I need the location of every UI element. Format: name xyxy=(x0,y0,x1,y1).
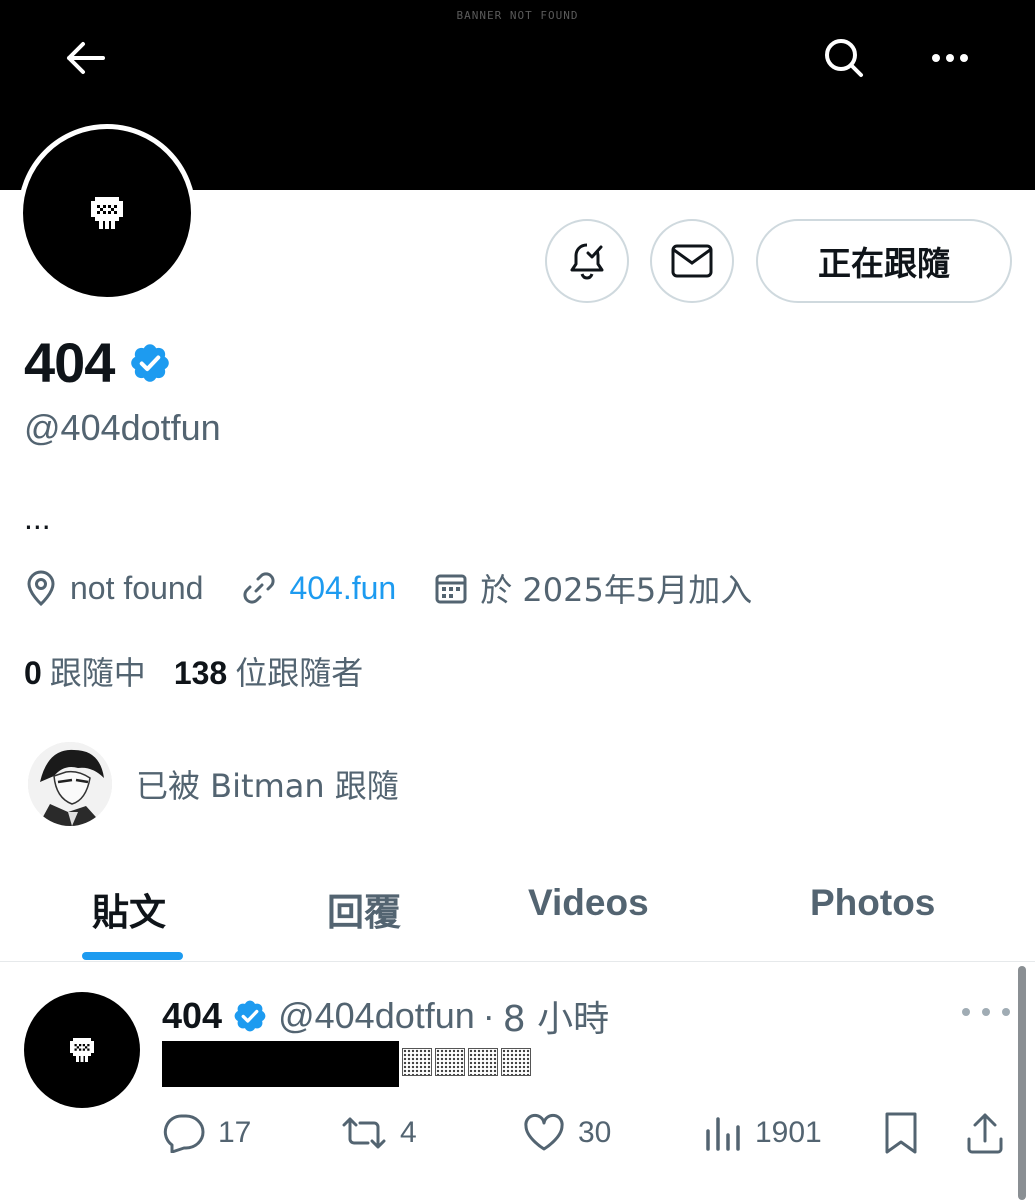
profile-bio: ... xyxy=(24,500,51,536)
post-missing-glyphs xyxy=(402,1048,534,1076)
reply-bubble-icon xyxy=(163,1114,205,1153)
repost-icon xyxy=(342,1117,386,1149)
following-button[interactable]: 正在跟隨 xyxy=(756,219,1012,303)
views-button[interactable]: 1901 xyxy=(703,1108,822,1158)
notification-bell-button[interactable] xyxy=(545,219,629,303)
post-timestamp[interactable]: 8 小時 xyxy=(503,990,609,1042)
envelope-icon xyxy=(671,244,713,278)
tab-posts[interactable]: 貼文 xyxy=(92,882,166,936)
followers-stat[interactable]: 138 位跟隨者 xyxy=(174,648,363,694)
bell-check-icon xyxy=(570,243,604,280)
skull-icon xyxy=(70,1038,94,1062)
link-icon xyxy=(243,572,276,604)
more-horizontal-icon xyxy=(932,54,968,62)
post-avatar[interactable] xyxy=(24,992,140,1108)
follow-stats: 0 跟隨中 138 位跟隨者 xyxy=(24,648,363,694)
tab-replies[interactable]: 回覆 xyxy=(327,882,401,936)
location-pin-icon xyxy=(27,570,55,607)
share-button[interactable] xyxy=(965,1108,1017,1158)
message-button[interactable] xyxy=(650,219,734,303)
missing-glyph xyxy=(402,1048,432,1076)
verified-badge-icon[interactable] xyxy=(128,341,172,385)
profile-tabs: 貼文 回覆 Videos Photos xyxy=(0,860,1035,962)
following-count: 0 xyxy=(24,655,42,691)
missing-glyph xyxy=(501,1048,531,1076)
bookmark-icon xyxy=(885,1112,917,1154)
profile-meta-row: not found 404.fun 於 2025年5月加入 xyxy=(24,566,752,610)
analytics-bar-icon xyxy=(706,1117,740,1151)
location-text: not found xyxy=(70,569,204,606)
followed-by-row[interactable]: 已被 Bitman 跟隨 xyxy=(28,742,399,826)
following-stat[interactable]: 0 跟隨中 xyxy=(24,648,146,694)
calendar-icon xyxy=(435,574,467,604)
profile-name-row: 404 xyxy=(24,330,172,395)
reply-count: 17 xyxy=(218,1116,252,1149)
missing-glyph xyxy=(435,1048,465,1076)
following-label: 跟隨中 xyxy=(49,654,146,692)
post-author-name[interactable]: 404 xyxy=(162,995,222,1037)
profile-handle: @404dotfun xyxy=(24,407,221,448)
view-count: 1901 xyxy=(755,1116,822,1149)
location-item: not found xyxy=(24,569,203,607)
follower-avatar-image xyxy=(28,742,112,826)
repost-count: 4 xyxy=(400,1116,417,1149)
missing-glyph xyxy=(468,1048,498,1076)
post-redacted-text xyxy=(162,1041,399,1087)
banner-text: BANNER NOT FOUND xyxy=(456,9,579,22)
skull-icon xyxy=(91,197,123,229)
search-button[interactable] xyxy=(816,30,872,86)
followers-count: 138 xyxy=(173,655,228,691)
like-button[interactable]: 30 xyxy=(522,1108,611,1158)
post-more-button[interactable] xyxy=(962,1000,1010,1024)
website-link[interactable]: 404.fun xyxy=(289,570,396,607)
tab-photos[interactable]: Photos xyxy=(810,882,935,924)
active-tab-indicator xyxy=(82,952,183,960)
followed-by-text: 已被 Bitman 跟隨 xyxy=(136,767,399,805)
post-actions: 17 4 30 1901 xyxy=(0,1108,1035,1158)
reply-button[interactable]: 17 xyxy=(162,1108,251,1158)
more-dot xyxy=(1002,1008,1010,1016)
share-upload-icon xyxy=(967,1113,1003,1154)
tab-videos[interactable]: Videos xyxy=(528,882,649,924)
profile-avatar[interactable] xyxy=(18,124,196,302)
post-separator: · xyxy=(482,995,495,1036)
post-author-handle[interactable]: @404dotfun xyxy=(278,995,475,1037)
joined-item: 於 2025年5月加入 xyxy=(434,565,752,611)
verified-badge-icon xyxy=(234,1000,266,1032)
heart-icon xyxy=(524,1113,564,1151)
website-item[interactable]: 404.fun xyxy=(241,570,396,607)
like-count: 30 xyxy=(578,1116,612,1149)
bookmark-button[interactable] xyxy=(882,1108,932,1158)
display-name: 404 xyxy=(24,331,115,394)
more-dot xyxy=(962,1008,970,1016)
follower-avatar[interactable] xyxy=(28,742,112,826)
joined-text: 於 2025年5月加入 xyxy=(480,571,753,609)
more-dot xyxy=(982,1008,990,1016)
post-header: 404 @404dotfun · 8 小時 xyxy=(162,990,609,1042)
scrollbar[interactable] xyxy=(1018,966,1026,1200)
repost-button[interactable]: 4 xyxy=(340,1108,417,1158)
arrow-left-icon xyxy=(67,42,105,74)
back-button[interactable] xyxy=(57,30,113,86)
followers-label: 位跟隨者 xyxy=(235,654,364,692)
search-icon xyxy=(825,39,863,77)
more-options-button[interactable] xyxy=(922,30,978,86)
